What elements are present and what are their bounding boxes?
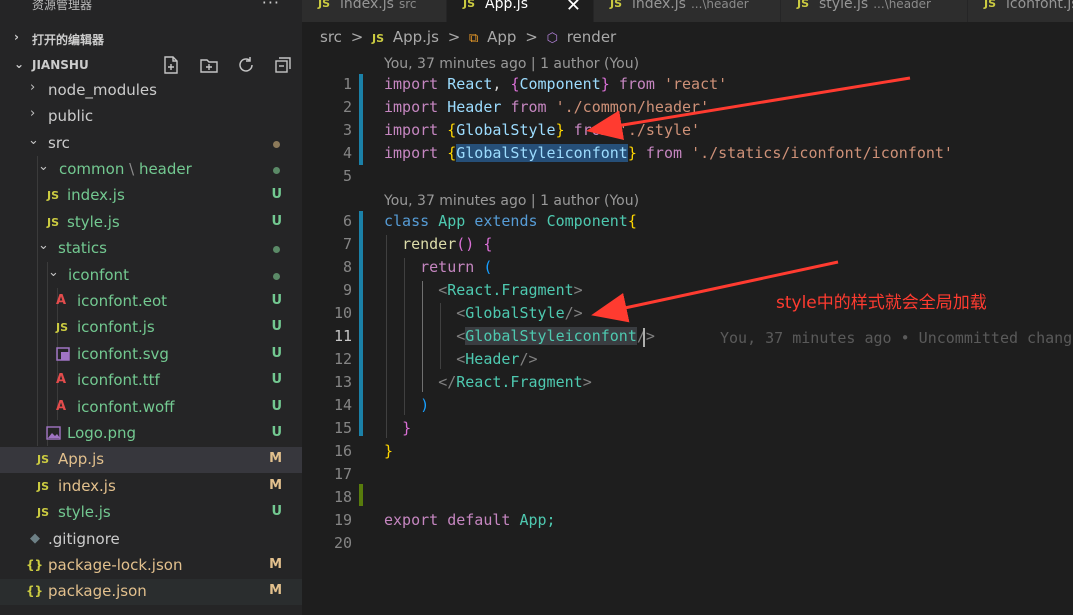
annotation-text: style中的样式就会全局加载 (776, 293, 987, 313)
annotation-arrow (586, 76, 911, 140)
